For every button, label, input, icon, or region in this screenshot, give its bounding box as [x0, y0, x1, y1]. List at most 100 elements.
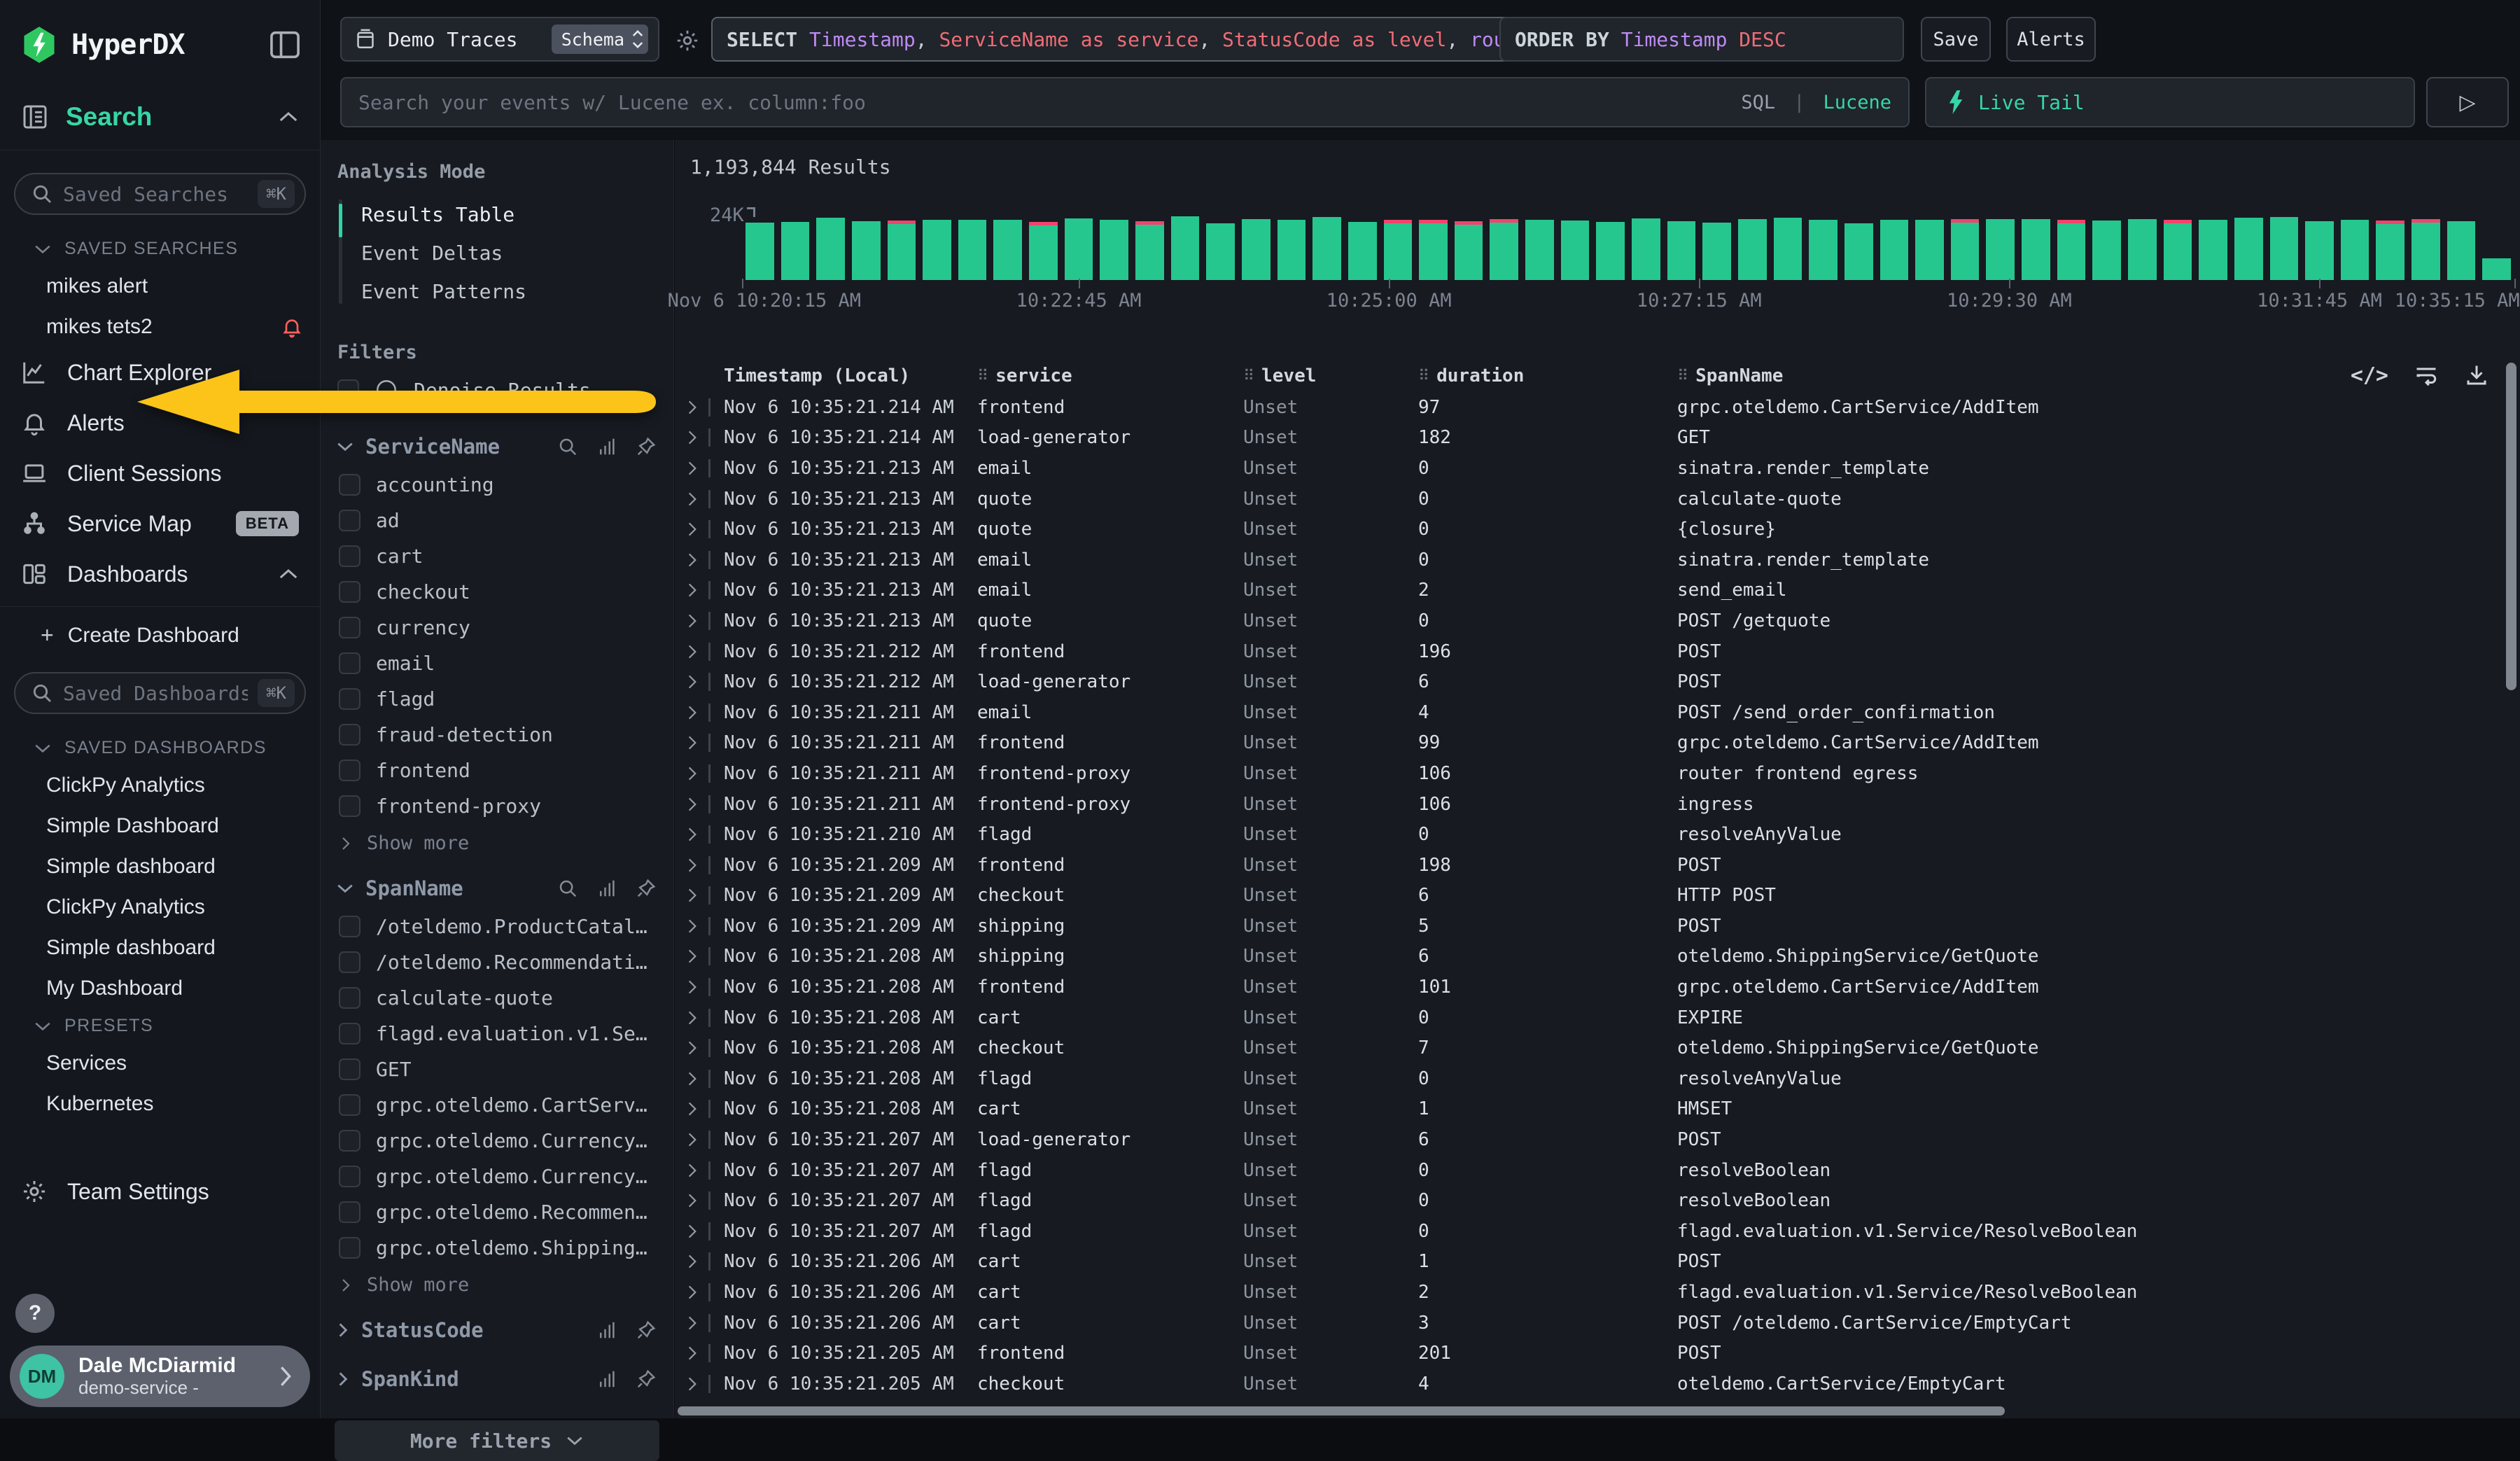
filter-checkbox-row[interactable]: GET [336, 1051, 659, 1087]
histogram-bar[interactable] [1419, 220, 1448, 280]
saved-dashboards-searchbox[interactable]: ⌘K [14, 672, 306, 714]
user-profile-card[interactable]: DM Dale McDiarmid demo-service - [10, 1345, 310, 1407]
row-expander[interactable] [675, 886, 724, 904]
event-search-input[interactable] [358, 91, 1727, 114]
bar-chart-icon[interactable] [596, 878, 617, 899]
filter-checkbox-row[interactable]: ad [336, 503, 659, 538]
table-row[interactable]: Nov 6 10:35:21.213 AMemailUnset0sinatra.… [675, 545, 2520, 575]
histogram-bar[interactable] [1384, 220, 1413, 280]
row-expander[interactable] [675, 795, 724, 813]
row-expander[interactable] [675, 856, 724, 874]
filter-checkbox-row[interactable]: grpc.oteldemo.Recommend… [336, 1194, 659, 1230]
row-expander[interactable] [675, 459, 724, 477]
filter-checkbox-row[interactable]: frontend [336, 753, 659, 788]
sidebar-item-service-map[interactable]: Service Map BETA [0, 498, 320, 549]
filter-checkbox-row[interactable]: flagd.evaluation.v1.Ser… [336, 1016, 659, 1051]
table-row[interactable]: Nov 6 10:35:21.206 AMcartUnset3POST /ote… [675, 1308, 2520, 1338]
histogram-bar[interactable] [1844, 223, 1873, 280]
table-row[interactable]: Nov 6 10:35:21.207 AMflagdUnset0resolveB… [675, 1155, 2520, 1186]
row-expander[interactable] [675, 947, 724, 965]
row-expander[interactable] [675, 1161, 724, 1180]
filter-checkbox-row[interactable]: /oteldemo.ProductCatalo… [336, 909, 659, 944]
histogram-bar[interactable] [1206, 223, 1235, 280]
histogram-bar[interactable] [1809, 220, 1837, 280]
save-button[interactable]: Save [1921, 17, 1991, 62]
checkbox[interactable] [339, 1094, 360, 1116]
histogram-bar[interactable] [2057, 220, 2086, 280]
pin-icon[interactable] [636, 1320, 657, 1341]
table-row[interactable]: Nov 6 10:35:21.208 AMfrontendUnset101grp… [675, 972, 2520, 1002]
saved-dashboard-item[interactable]: Simple Dashboard [0, 806, 320, 846]
table-row[interactable]: Nov 6 10:35:21.205 AMfrontendUnset201POS… [675, 1338, 2520, 1369]
table-row[interactable]: Nov 6 10:35:21.207 AMflagdUnset0resolveB… [675, 1185, 2520, 1216]
filter-group-spanname[interactable]: SpanName [335, 860, 659, 909]
saved-searches-section[interactable]: SAVED SEARCHES [0, 232, 320, 266]
table-row[interactable]: Nov 6 10:35:21.206 AMcartUnset1POST [675, 1247, 2520, 1278]
checkbox[interactable] [339, 1058, 360, 1080]
row-expander[interactable] [675, 1222, 724, 1240]
checkbox[interactable] [339, 545, 360, 567]
create-dashboard-button[interactable]: + Create Dashboard [0, 607, 320, 655]
checkbox[interactable] [339, 581, 360, 603]
drag-handle-icon[interactable]: ⠿ [977, 368, 988, 385]
row-expander[interactable] [675, 1131, 724, 1149]
table-row[interactable]: Nov 6 10:35:21.210 AMflagdUnset0resolveA… [675, 819, 2520, 850]
horizontal-scrollbar[interactable] [678, 1406, 2005, 1415]
table-row[interactable]: Nov 6 10:35:21.212 AMfrontendUnset196POS… [675, 636, 2520, 667]
filter-checkbox-row[interactable]: calculate-quote [336, 980, 659, 1016]
filter-checkbox-row[interactable]: grpc.oteldemo.CurrencyS… [336, 1123, 659, 1159]
histogram-bar[interactable] [1915, 220, 1944, 280]
show-more-spanname[interactable]: Show more [335, 1266, 659, 1301]
preset-item[interactable]: Services [0, 1043, 320, 1084]
histogram-bar[interactable] [781, 222, 810, 280]
row-expander[interactable] [675, 490, 724, 508]
row-expander[interactable] [675, 1100, 724, 1118]
row-expander[interactable] [675, 428, 724, 447]
saved-dashboards-section[interactable]: SAVED DASHBOARDS [0, 731, 320, 765]
saved-dashboard-item[interactable]: My Dashboard [0, 968, 320, 1009]
row-expander[interactable] [675, 734, 724, 752]
show-more-servicename[interactable]: Show more [335, 824, 659, 860]
saved-dashboards-input[interactable] [63, 682, 248, 705]
table-row[interactable]: Nov 6 10:35:21.214 AMload-generatorUnset… [675, 423, 2520, 454]
saved-dashboard-item[interactable]: Simple dashboard [0, 846, 320, 887]
checkbox[interactable] [339, 1023, 360, 1044]
histogram-bar[interactable] [1774, 218, 1802, 280]
histogram-bar[interactable] [1242, 219, 1270, 280]
table-row[interactable]: Nov 6 10:35:21.206 AMcartUnset2flagd.eva… [675, 1277, 2520, 1308]
filter-checkbox-row[interactable]: fraud-detection [336, 717, 659, 753]
column-header-service[interactable]: ⠿service [977, 365, 1243, 386]
row-expander[interactable] [675, 612, 724, 630]
analysis-mode-option[interactable]: Event Patterns [342, 272, 659, 311]
column-header-level[interactable]: ⠿level [1243, 365, 1418, 386]
histogram-bar[interactable] [1029, 222, 1058, 280]
checkbox[interactable] [339, 510, 360, 531]
presets-section[interactable]: PRESETS [0, 1009, 320, 1043]
filter-group-statuscode[interactable]: StatusCode [335, 1301, 659, 1350]
histogram-bar[interactable] [1738, 219, 1767, 280]
histogram-bar[interactable] [816, 218, 845, 280]
more-filters-button[interactable]: More filters [335, 1420, 659, 1461]
filter-checkbox-row[interactable]: email [336, 645, 659, 681]
saved-searches-input[interactable] [63, 183, 248, 206]
row-expander[interactable] [675, 643, 724, 661]
sidebar-item-dashboards[interactable]: Dashboards [0, 549, 320, 599]
row-expander[interactable] [675, 825, 724, 844]
table-row[interactable]: Nov 6 10:35:21.213 AMquoteUnset0calculat… [675, 484, 2520, 515]
checkbox[interactable] [339, 688, 360, 710]
checkbox[interactable] [339, 617, 360, 638]
filter-group-spankind[interactable]: SpanKind [335, 1350, 659, 1399]
table-row[interactable]: Nov 6 10:35:21.211 AMfrontend-proxyUnset… [675, 789, 2520, 820]
histogram-bar[interactable] [1100, 220, 1128, 280]
help-button[interactable]: ? [15, 1294, 55, 1333]
saved-dashboard-item[interactable]: ClickPy Analytics [0, 765, 320, 806]
table-row[interactable]: Nov 6 10:35:21.213 AMquoteUnset0{closure… [675, 514, 2520, 545]
table-row[interactable]: Nov 6 10:35:21.207 AMflagdUnset0flagd.ev… [675, 1216, 2520, 1247]
analysis-mode-option[interactable]: Results Table [342, 195, 659, 234]
run-query-button[interactable]: ▷ [2426, 77, 2509, 127]
mode-sql-toggle[interactable]: SQL [1741, 92, 1775, 113]
histogram-bar[interactable] [923, 220, 951, 280]
row-expander[interactable] [675, 1070, 724, 1088]
table-row[interactable]: Nov 6 10:35:21.208 AMcartUnset1HMSET [675, 1094, 2520, 1125]
source-settings-button[interactable] [672, 25, 703, 56]
